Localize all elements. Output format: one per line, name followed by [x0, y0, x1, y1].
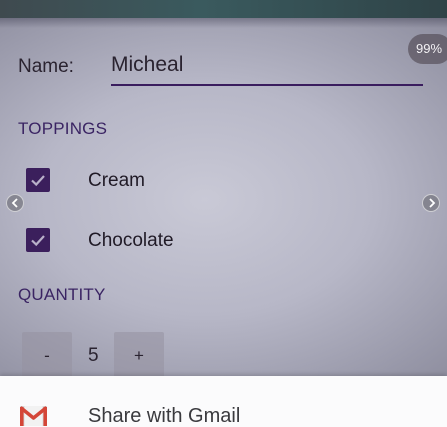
chocolate-label: Chocolate — [88, 230, 174, 251]
decrement-button[interactable]: - — [22, 332, 72, 380]
quantity-heading: QUANTITY — [18, 285, 106, 304]
share-option-gmail[interactable]: Share with Gmail — [0, 376, 447, 427]
toppings-heading: TOPPINGS — [18, 119, 108, 138]
chocolate-checkbox[interactable] — [26, 228, 50, 252]
app-screen: 99% Name: TOPPINGS Cream Chocolate QUANT… — [0, 0, 447, 427]
check-icon — [31, 235, 45, 247]
cream-checkbox[interactable] — [26, 168, 50, 192]
app-bar-shadow — [0, 18, 447, 28]
chevron-right-icon — [429, 198, 436, 208]
increment-button[interactable]: + — [114, 332, 164, 380]
previous-button[interactable] — [6, 194, 24, 212]
next-button[interactable] — [422, 194, 440, 212]
chevron-left-icon — [11, 198, 18, 208]
name-label: Name: — [18, 56, 74, 77]
gmail-icon — [20, 406, 47, 426]
quantity-value: 5 — [88, 345, 99, 366]
name-field[interactable] — [111, 50, 423, 86]
app-bar — [0, 0, 447, 18]
check-icon — [31, 175, 45, 187]
cream-label: Cream — [88, 170, 146, 191]
share-option-label: Share with Gmail — [88, 405, 241, 427]
